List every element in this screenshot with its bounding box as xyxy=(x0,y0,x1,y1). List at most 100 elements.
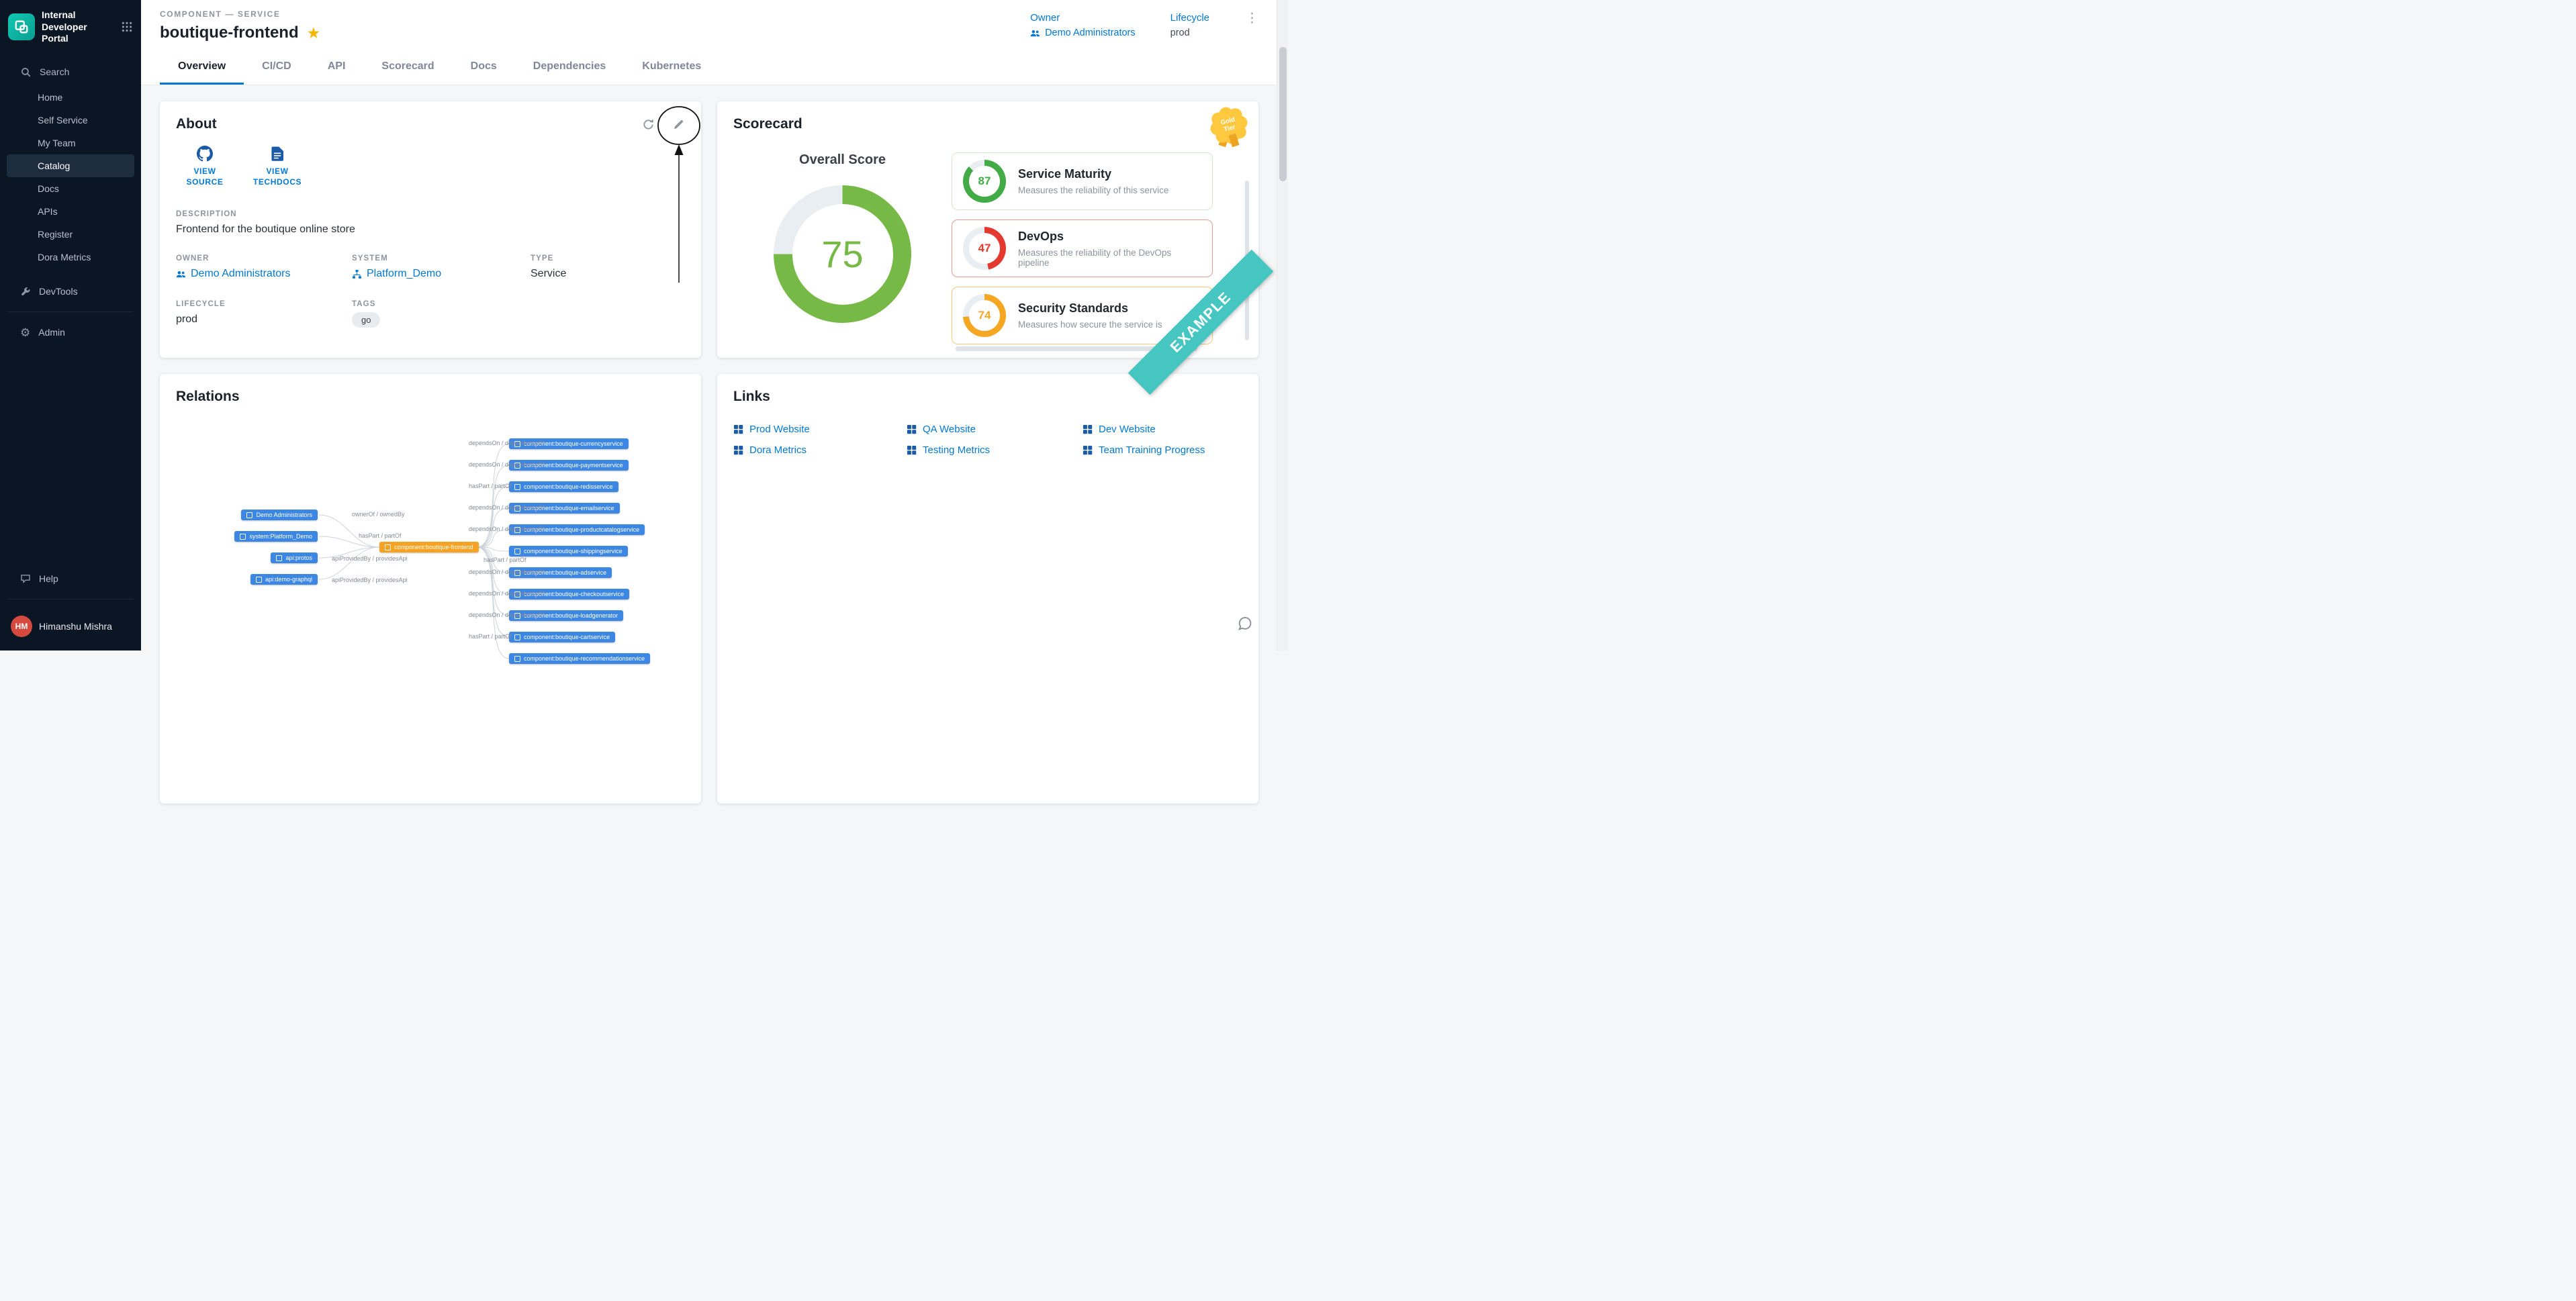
description-label: DESCRIPTION xyxy=(176,210,685,218)
grid-icon xyxy=(1083,445,1093,455)
chat-fab-icon[interactable] xyxy=(1237,616,1253,632)
logo-cube-icon xyxy=(13,19,30,35)
help-bubble-icon xyxy=(20,573,31,584)
page-header: COMPONENT — SERVICE boutique-frontend ★ … xyxy=(141,0,1288,85)
graph-node-api[interactable]: api:protos xyxy=(271,552,318,563)
overall-score-label: Overall Score xyxy=(799,152,886,168)
lifecycle-label: Lifecycle xyxy=(1170,12,1209,23)
favorite-star-icon[interactable]: ★ xyxy=(307,24,321,42)
grid-icon xyxy=(907,424,917,434)
score-desc: Measures the reliability of the DevOps p… xyxy=(1018,248,1201,268)
score-item-service-maturity[interactable]: 87 Service Maturity Measures the reliabi… xyxy=(952,152,1213,210)
badge-line2: Tier xyxy=(1224,124,1236,134)
sidebar-item-catalog[interactable]: Catalog xyxy=(7,154,134,177)
grid-icon xyxy=(733,424,743,434)
sidebar-item-docs[interactable]: Docs xyxy=(0,177,141,200)
sidebar-item-devtools[interactable]: DevTools xyxy=(0,279,141,303)
lifecycle-field-label: LIFECYCLE xyxy=(176,300,352,308)
view-source-button[interactable]: VIEW SOURCE xyxy=(179,146,231,187)
graph-node-component[interactable]: component:boutique-redisservice xyxy=(509,481,618,492)
links-card: Links Prod Website QA Website Dev Websit… xyxy=(717,374,1258,804)
score-name: DevOps xyxy=(1018,230,1201,244)
sidebar-item-my-team[interactable]: My Team xyxy=(0,132,141,154)
help-label: Help xyxy=(39,573,58,584)
description-value: Frontend for the boutique online store xyxy=(176,224,685,236)
tab-cicd[interactable]: CI/CD xyxy=(244,50,310,85)
user-menu[interactable]: HM Himanshu Mishra xyxy=(0,608,141,650)
tab-docs[interactable]: Docs xyxy=(453,50,515,85)
users-icon xyxy=(176,269,186,279)
graph-node-component[interactable]: component:boutique-shippingservice xyxy=(509,546,628,557)
edge-label: dependsOn / dependencyOf xyxy=(469,569,545,575)
link-team-training-progress[interactable]: Team Training Progress xyxy=(1083,444,1242,456)
link-dev-website[interactable]: Dev Website xyxy=(1083,424,1242,435)
system-field-value: Platform_Demo xyxy=(367,268,441,280)
kebab-menu-icon[interactable]: ⋮ xyxy=(1246,12,1258,25)
apps-waffle-icon[interactable] xyxy=(121,21,133,33)
tab-api[interactable]: API xyxy=(310,50,364,85)
sidebar-item-admin[interactable]: ⚙ Admin xyxy=(0,320,141,345)
tag-chip[interactable]: go xyxy=(352,312,380,328)
graph-node-system[interactable]: system:Platform_Demo xyxy=(234,531,318,542)
component-icon xyxy=(385,544,391,550)
graph-node-component[interactable]: component:boutique-cartservice xyxy=(509,632,615,642)
tab-scorecard[interactable]: Scorecard xyxy=(363,50,452,85)
relations-card: Relations xyxy=(160,374,701,804)
graph-node-center[interactable]: component:boutique-frontend xyxy=(379,542,479,552)
page-scrollbar-track xyxy=(1277,0,1288,650)
tags-field-label: TAGS xyxy=(352,300,531,308)
graph-node-api[interactable]: api:demo-graphql xyxy=(250,574,318,585)
api-icon xyxy=(256,577,262,583)
link-testing-metrics[interactable]: Testing Metrics xyxy=(907,444,1083,456)
sidebar-item-dora-metrics[interactable]: Dora Metrics xyxy=(0,246,141,269)
link-prod-website[interactable]: Prod Website xyxy=(733,424,907,435)
tab-dependencies[interactable]: Dependencies xyxy=(515,50,624,85)
owner-link[interactable]: Demo Administrators xyxy=(1030,28,1136,38)
system-field-link[interactable]: Platform_Demo xyxy=(352,268,531,280)
sidebar-item-self-service[interactable]: Self Service xyxy=(0,109,141,132)
edge-label: hasPart / partOf xyxy=(469,483,512,489)
page-title: boutique-frontend xyxy=(160,23,299,42)
relations-graph: Demo Administrators system:Platform_Demo… xyxy=(176,413,685,789)
view-techdocs-button[interactable]: VIEW TECHDOCS xyxy=(251,146,304,187)
page-scrollbar-thumb[interactable] xyxy=(1279,47,1287,181)
link-qa-website[interactable]: QA Website xyxy=(907,424,1083,435)
tab-kubernetes[interactable]: Kubernetes xyxy=(624,50,719,85)
score-name: Security Standards xyxy=(1018,301,1162,316)
devtools-label: DevTools xyxy=(39,286,78,297)
users-icon xyxy=(1030,28,1040,38)
component-icon xyxy=(514,634,520,640)
graph-node-owner[interactable]: Demo Administrators xyxy=(241,510,318,520)
system-icon xyxy=(240,534,246,540)
group-icon xyxy=(246,512,252,518)
component-icon xyxy=(514,656,520,662)
sidebar-item-apis[interactable]: APIs xyxy=(0,200,141,223)
tab-overview[interactable]: Overview xyxy=(160,50,244,85)
edit-pencil-icon[interactable] xyxy=(672,118,685,131)
sidebar-search[interactable]: Search xyxy=(0,57,141,86)
refresh-icon[interactable] xyxy=(642,118,655,131)
edge-label: dependsOn / dependencyOf xyxy=(469,461,545,468)
grid-icon xyxy=(1083,424,1093,434)
sidebar-search-label: Search xyxy=(40,66,69,77)
sidebar-item-help[interactable]: Help xyxy=(0,567,141,591)
sidebar-divider xyxy=(8,311,133,312)
app-logo[interactable] xyxy=(8,13,35,40)
sidebar-item-home[interactable]: Home xyxy=(0,86,141,109)
edge-label: apiProvidedBy / providesApi xyxy=(332,555,408,562)
sidebar-item-register[interactable]: Register xyxy=(0,223,141,246)
graph-node-component[interactable]: component:boutique-recommendationservice xyxy=(509,653,650,664)
techdocs-doc-icon xyxy=(269,146,285,162)
owner-label: Owner xyxy=(1030,12,1136,23)
score-item-devops[interactable]: 47 DevOps Measures the reliability of th… xyxy=(952,220,1213,277)
edge-label: dependsOn / dependencyOf xyxy=(469,504,545,511)
field-tags: TAGS go xyxy=(352,300,531,328)
field-owner: OWNER Demo Administrators xyxy=(176,254,352,280)
grid-icon xyxy=(907,445,917,455)
link-dora-metrics[interactable]: Dora Metrics xyxy=(733,444,907,456)
owner-field-link[interactable]: Demo Administrators xyxy=(176,268,352,280)
field-system: SYSTEM Platform_Demo xyxy=(352,254,531,280)
overall-score-value: 75 xyxy=(792,204,893,305)
lifecycle-value: prod xyxy=(1170,28,1209,38)
breadcrumb: COMPONENT — SERVICE xyxy=(160,9,320,19)
